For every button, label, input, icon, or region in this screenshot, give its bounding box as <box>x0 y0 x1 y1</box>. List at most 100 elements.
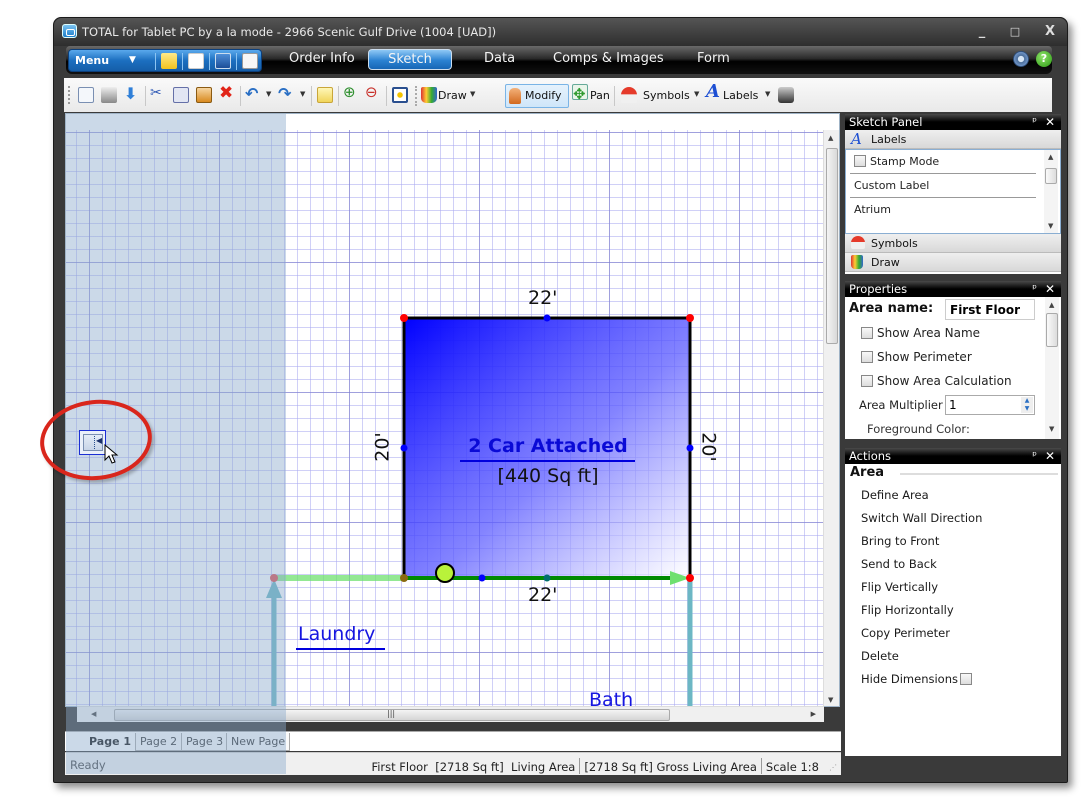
show-area-calc-checkbox[interactable] <box>861 375 873 387</box>
list-item[interactable]: Custom Label <box>850 174 1036 198</box>
room-label-laundry[interactable]: Laundry <box>298 623 375 645</box>
accordion-draw[interactable]: Draw <box>845 253 1061 272</box>
sketch-drawing[interactable] <box>66 114 826 707</box>
horizontal-scrollbar[interactable]: ◀ ||| ▶ <box>77 706 824 722</box>
edit-form-icon[interactable] <box>242 53 258 69</box>
pin-icon[interactable]: ᵖ <box>1032 448 1037 464</box>
labels-dropdown-icon[interactable]: ▼ <box>765 90 770 98</box>
pan-icon[interactable]: ✥ <box>572 84 588 103</box>
undo-dropdown-icon[interactable]: ▼ <box>266 90 271 98</box>
modify-button[interactable]: Modify <box>505 84 569 108</box>
download-arrow-icon[interactable]: ⬇ <box>124 84 140 103</box>
dimension-right[interactable]: 20' <box>698 432 720 461</box>
action-flip-horizontally[interactable]: Flip Horizontally <box>845 599 1061 622</box>
action-flip-vertically[interactable]: Flip Vertically <box>845 576 1061 599</box>
stamp-mode-checkbox[interactable] <box>854 155 866 167</box>
title-bar[interactable]: TOTAL for Tablet PC by a la mode - 2966 … <box>54 18 1067 46</box>
draw-button[interactable]: Draw <box>438 89 467 102</box>
draw-pencils-icon[interactable] <box>421 87 437 103</box>
tab-page-3[interactable]: Page 3 <box>181 733 229 751</box>
redo-dropdown-icon[interactable]: ▼ <box>300 90 305 98</box>
tab-form[interactable]: Form <box>697 51 730 66</box>
labels-scrollbar[interactable]: ▲ ▼ <box>1044 150 1058 233</box>
vertex-handle[interactable] <box>400 574 408 582</box>
scroll-up-icon[interactable]: ▲ <box>1049 301 1054 309</box>
room-label-bath[interactable]: Bath <box>589 689 633 706</box>
chevron-down-icon[interactable]: ▼ <box>129 55 136 65</box>
tab-new-page[interactable]: New Page <box>226 733 291 751</box>
pin-icon[interactable]: ᵖ <box>1032 114 1037 130</box>
help-icon[interactable]: ? <box>1036 51 1052 67</box>
copy-icon[interactable] <box>173 87 189 103</box>
tab-order-info[interactable]: Order Info <box>289 51 355 66</box>
area-name-input[interactable] <box>945 299 1035 320</box>
multiplier-stepper[interactable]: ▲ ▼ <box>1021 397 1033 413</box>
list-item[interactable]: Atrium <box>850 198 1036 222</box>
scroll-up-icon[interactable]: ▲ <box>1048 153 1053 161</box>
accordion-labels[interactable]: A Labels <box>845 130 1061 149</box>
hide-dimensions-checkbox[interactable] <box>960 673 972 685</box>
print-icon[interactable] <box>101 87 117 103</box>
scroll-up-icon[interactable]: ▲ <box>828 134 833 142</box>
zoom-in-icon[interactable]: ⊕ <box>343 83 359 101</box>
save-icon[interactable] <box>215 53 231 69</box>
wall-cursor-handle[interactable] <box>435 563 455 583</box>
scroll-right-icon[interactable]: ▶ <box>811 710 816 718</box>
resize-grip-icon[interactable]: ⋰ <box>829 763 837 772</box>
midpoint-handle[interactable] <box>686 444 694 452</box>
symbols-dropdown-icon[interactable]: ▼ <box>694 90 699 98</box>
show-perimeter-checkbox[interactable] <box>861 351 873 363</box>
show-area-calc-option[interactable]: Show Area Calculation <box>845 369 1061 393</box>
labels-button[interactable]: Labels <box>723 89 758 102</box>
midpoint-handle[interactable] <box>478 574 486 582</box>
symbols-house-icon[interactable] <box>621 87 637 103</box>
scroll-down-icon[interactable]: ▼ <box>1048 222 1053 230</box>
toolbar-grip[interactable] <box>68 86 70 104</box>
paste-icon[interactable] <box>196 87 212 103</box>
redo-icon[interactable]: ↷ <box>278 84 294 103</box>
tab-comps-images[interactable]: Comps & Images <box>553 51 664 66</box>
scroll-down-icon[interactable]: ▼ <box>1049 425 1054 433</box>
close-panel-icon[interactable]: ✕ <box>1045 281 1055 297</box>
scroll-left-icon[interactable]: ◀ <box>91 710 96 718</box>
vertex-handle[interactable] <box>270 574 278 582</box>
sketch-canvas[interactable]: 2 Car Attached [440 Sq ft] 22' 22' 20' 2… <box>65 113 840 707</box>
new-document-icon[interactable] <box>188 53 204 69</box>
close-panel-icon[interactable]: ✕ <box>1045 114 1055 130</box>
properties-scrollbar[interactable]: ▲ ▼ <box>1045 297 1059 439</box>
delete-icon[interactable]: ✖ <box>219 83 235 103</box>
camera-icon[interactable] <box>778 87 794 103</box>
properties-scroll-thumb[interactable] <box>1046 313 1058 347</box>
area-name-label[interactable]: 2 Car Attached <box>462 435 634 457</box>
gear-icon[interactable] <box>1013 51 1029 67</box>
accordion-symbols[interactable]: Symbols <box>845 234 1061 253</box>
horizontal-scroll-thumb[interactable]: ||| <box>114 709 670 721</box>
action-delete[interactable]: Delete <box>845 645 1061 668</box>
action-copy-perimeter[interactable]: Copy Perimeter <box>845 622 1061 645</box>
action-bring-to-front[interactable]: Bring to Front <box>845 530 1061 553</box>
minimize-button[interactable]: _ <box>974 24 990 39</box>
action-switch-wall-direction[interactable]: Switch Wall Direction <box>845 507 1061 530</box>
undo-icon[interactable]: ↶ <box>245 84 261 103</box>
notes-icon[interactable] <box>317 87 333 103</box>
dimension-left[interactable]: 20' <box>372 432 394 461</box>
symbols-button[interactable]: Symbols <box>643 89 690 102</box>
zoom-out-icon[interactable]: ⊖ <box>365 83 381 101</box>
tab-data[interactable]: Data <box>484 51 515 66</box>
dimension-bottom[interactable]: 22' <box>528 584 557 606</box>
close-panel-icon[interactable]: ✕ <box>1045 448 1055 464</box>
action-send-to-back[interactable]: Send to Back <box>845 553 1061 576</box>
menu-button[interactable]: Menu <box>75 54 109 67</box>
midpoint-handle[interactable] <box>543 574 551 582</box>
pin-icon[interactable]: ᵖ <box>1032 281 1037 297</box>
vertex-handle[interactable] <box>686 314 694 322</box>
hide-dimensions-option[interactable]: Hide Dimensions <box>845 668 1061 691</box>
dimension-top[interactable]: 22' <box>528 287 557 309</box>
cut-icon[interactable]: ✂ <box>150 85 166 101</box>
labels-a-icon[interactable]: A <box>706 81 722 102</box>
tab-sketch[interactable]: Sketch <box>368 49 452 70</box>
show-perimeter-option[interactable]: Show Perimeter <box>845 345 1061 369</box>
tab-page-1[interactable]: Page 1 <box>85 733 136 751</box>
vertex-handle[interactable] <box>686 574 694 582</box>
midpoint-handle[interactable] <box>543 314 551 322</box>
